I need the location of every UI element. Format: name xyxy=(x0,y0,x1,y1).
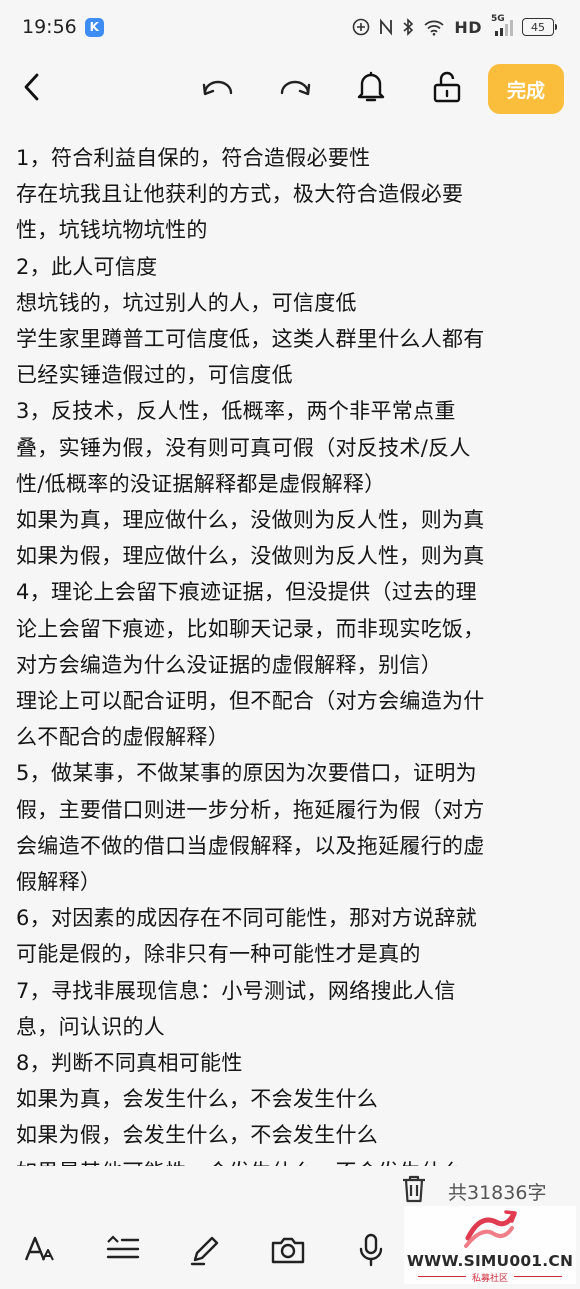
note-line: 想坑钱的，坑过别人的人，可信度低 xyxy=(16,290,357,315)
note-line: 4，理论上会留下痕迹证据，但没提供（过去的理 xyxy=(16,580,477,605)
watermark-rule-right xyxy=(514,1276,562,1277)
microphone-icon xyxy=(356,1232,386,1272)
lock-button[interactable] xyxy=(422,64,472,114)
network-type: HD xyxy=(454,17,482,37)
note-line: 存在坑我且让他获利的方式，极大符合造假必要 xyxy=(16,182,464,207)
pen-icon xyxy=(188,1233,222,1271)
back-button[interactable] xyxy=(8,64,58,114)
redo-icon xyxy=(278,75,312,103)
bell-icon xyxy=(356,70,386,108)
note-line: 假，主要借口则进一步分析，拖延履行为假（对方 xyxy=(16,797,485,822)
watermark-logo-icon xyxy=(462,1208,518,1256)
note-line: 5，做某事，不做某事的原因为次要借口，证明为 xyxy=(16,761,477,786)
note-line: 7，寻找非展现信息：小号测试，网络搜此人信 xyxy=(16,978,456,1003)
status-time: 19:56 xyxy=(22,16,77,38)
note-line: 3，反技术，反人性，低概率，两个非平常点重 xyxy=(16,399,456,424)
note-line: 如果是其他可能性，会发生什么，不会发生什么 xyxy=(16,1154,568,1166)
note-line: 学生家里蹲普工可信度低，这类人群里什么人都有 xyxy=(16,327,485,352)
note-line: 6，对因素的成因存在不同可能性，那对方说辞就 xyxy=(16,906,477,931)
note-content[interactable]: 1，符合利益自保的，符合造假必要性存在坑我且让他获利的方式，极大符合造假必要 性，… xyxy=(16,140,568,1166)
note-line: 息，问认识的人 xyxy=(16,1014,166,1039)
note-line: 假解释） xyxy=(16,870,102,895)
font-style-icon xyxy=(23,1234,59,1270)
camera-icon xyxy=(270,1234,306,1270)
note-line: 叠，实锤为假，没有则可真可假（对反技术/反人 xyxy=(16,435,471,460)
note-line: 论上会留下痕迹，比如聊天记录，而非现实吃饭， xyxy=(16,616,485,641)
editor-toolbar: 完成 xyxy=(0,54,580,126)
undo-icon xyxy=(201,75,235,103)
cell-signal-icon: 5G xyxy=(491,14,513,37)
status-right: HD 5G 45 xyxy=(352,14,557,37)
delete-button[interactable] xyxy=(400,1174,428,1208)
watermark: WWW.SIMU001.CN 私募社区 xyxy=(404,1206,576,1284)
wifi-icon xyxy=(423,18,445,36)
note-line: 如果为真，理应做什么，没做则为反人性，则为真 xyxy=(16,508,485,533)
unlock-icon xyxy=(432,70,462,108)
paragraph-icon xyxy=(105,1234,141,1270)
note-line: 么不配合的虚假解释） xyxy=(16,725,229,750)
back-icon xyxy=(20,72,46,106)
note-line: 8，判断不同真相可能性 xyxy=(16,1051,243,1076)
paragraph-format-button[interactable] xyxy=(100,1230,146,1274)
note-line: 对方会编造为什么没证据的虚假解释，别信） xyxy=(16,652,442,677)
done-button[interactable]: 完成 xyxy=(488,64,564,114)
draw-button[interactable] xyxy=(182,1230,228,1274)
note-line: 如果为假，会发生什么，不会发生什么 xyxy=(16,1123,379,1148)
nfc-icon xyxy=(379,18,393,36)
status-left: 19:56 K xyxy=(22,16,104,38)
note-line: 如果为真，会发生什么，不会发生什么 xyxy=(16,1087,379,1112)
note-line: 可能是假的，除非只有一种可能性才是真的 xyxy=(16,942,421,967)
note-line: 2，此人可信度 xyxy=(16,254,158,279)
word-count: 共31836字 xyxy=(448,1181,547,1204)
watermark-subtitle: 私募社区 xyxy=(471,1274,508,1284)
redo-button[interactable] xyxy=(270,64,320,114)
note-line: 理论上可以配合证明，但不配合（对方会编造为什 xyxy=(16,689,485,714)
note-line: 性/低概率的没证据解释都是虚假解释） xyxy=(16,471,386,496)
note-line: 已经实锤造假过的，可信度低 xyxy=(16,363,293,388)
bluetooth-icon xyxy=(402,18,414,36)
note-line: 如果为假，理应做什么，没做则为反人性，则为真 xyxy=(16,544,485,569)
note-line: 会编造不做的借口当虚假解释，以及拖延履行的虚 xyxy=(16,833,485,858)
watermark-site: WWW.SIMU001.CN xyxy=(406,1252,574,1270)
note-line: 1，符合利益自保的，符合造假必要性 xyxy=(16,146,371,170)
reminder-button[interactable] xyxy=(346,64,396,114)
voice-input-button[interactable] xyxy=(348,1230,394,1274)
status-bar: 19:56 K HD 5G 45 xyxy=(0,0,580,54)
camera-button[interactable] xyxy=(265,1230,311,1274)
data-saver-icon xyxy=(352,18,370,36)
app-notification-icon: K xyxy=(84,17,104,37)
font-style-button[interactable] xyxy=(18,1230,64,1274)
undo-button[interactable] xyxy=(193,64,243,114)
note-line: 性，坑钱坑物坑性的 xyxy=(16,218,208,243)
battery-indicator: 45 xyxy=(522,18,557,36)
